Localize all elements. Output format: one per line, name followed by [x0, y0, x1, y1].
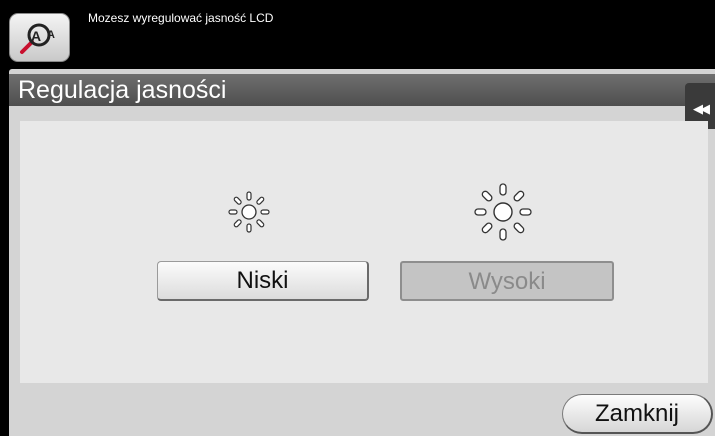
close-button[interactable]: Zamknij — [562, 394, 713, 434]
brightness-high-icon — [474, 183, 532, 241]
status-message: Mozesz wyregulować jasność LCD — [88, 11, 274, 25]
svg-text:A: A — [31, 28, 41, 44]
brightness-options-area: Niski Wysoki — [20, 121, 708, 383]
brightness-low-button[interactable]: Niski — [157, 261, 369, 301]
dialog-title: Regulacja jasności — [9, 74, 715, 106]
double-chevron-left-icon: ◀◀ — [693, 101, 710, 116]
magnify-text-icon: A A — [20, 23, 55, 54]
brightness-dialog: Regulacja jasności ◀◀ Niski Wysoki Zamkn… — [9, 69, 715, 436]
top-message-bar: A A Mozesz wyregulować jasność LCD — [0, 0, 715, 67]
svg-text:A: A — [47, 29, 55, 41]
zoom-display-button[interactable]: A A — [9, 13, 70, 62]
brightness-low-icon — [228, 191, 270, 233]
brightness-high-button[interactable]: Wysoki — [400, 261, 614, 301]
